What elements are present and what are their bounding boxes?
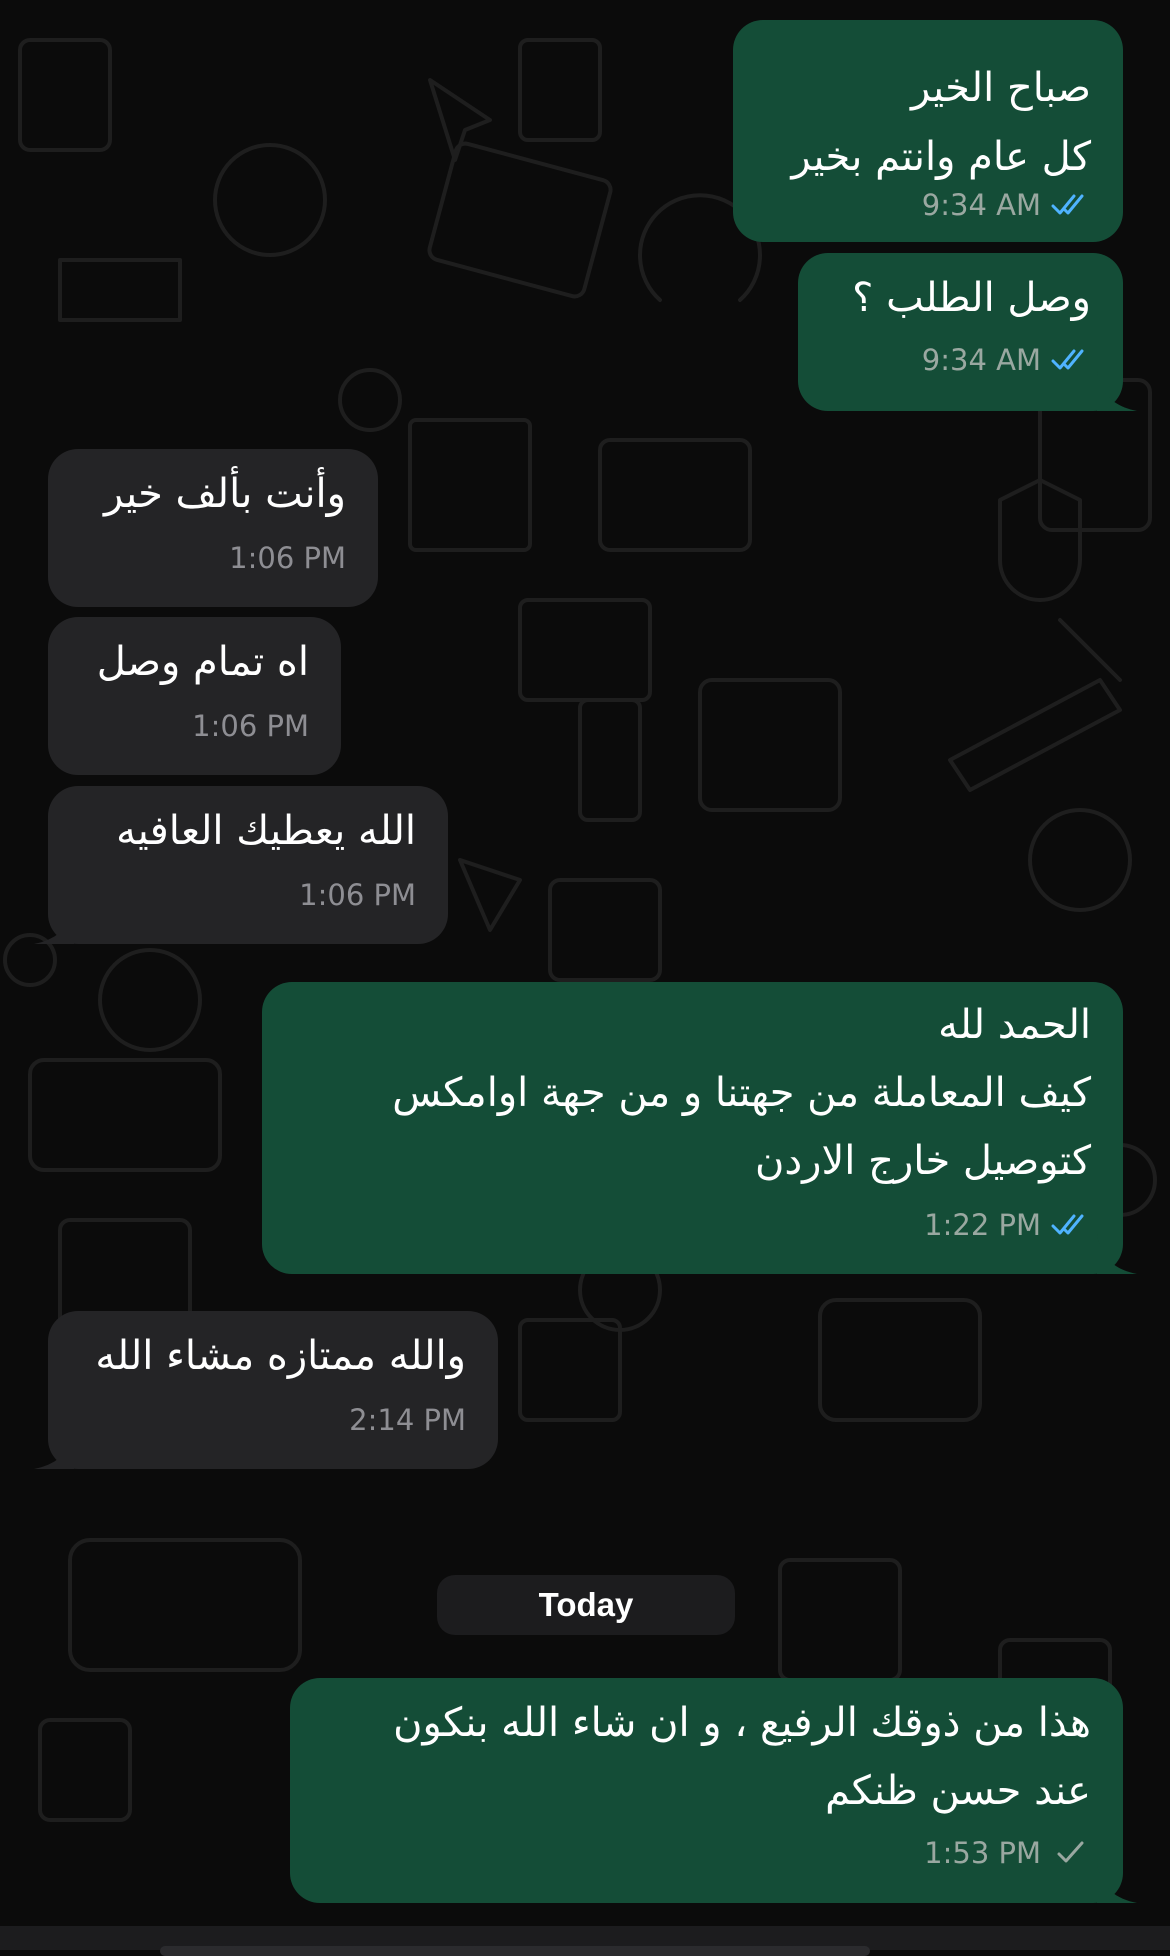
message-time: 9:34 AM: [921, 188, 1041, 222]
message-text-line: وأنت بألف خير: [103, 471, 346, 517]
message-meta: 1:06 PM: [299, 878, 416, 912]
bubble-tail: [1097, 1234, 1137, 1274]
bubble-tail: [1097, 371, 1137, 411]
double-check-icon: [1041, 347, 1091, 373]
message-meta: 9:34 AM: [922, 188, 1091, 222]
double-check-icon: [1041, 1212, 1091, 1238]
message-text-line: وصل الطلب ؟: [852, 275, 1091, 321]
bubble-tail: [1097, 1863, 1137, 1903]
outgoing-message[interactable]: صباح الخير كل عام وانتم بخير 9:34 AM: [733, 20, 1123, 242]
message-time: 1:06 PM: [299, 878, 416, 912]
message-text-line: الحمد لله: [938, 1002, 1091, 1048]
bubble-tail: [34, 904, 74, 944]
date-separator-label: Today: [538, 1586, 634, 1623]
date-separator-today: Today: [437, 1575, 735, 1635]
message-text-line: صباح الخير: [910, 65, 1091, 111]
single-check-icon: [1041, 1840, 1091, 1866]
message-text-line: والله ممتازه مشاء الله: [95, 1333, 466, 1379]
message-meta: 1:06 PM: [229, 541, 346, 575]
message-text-line: كل عام وانتم بخير: [791, 134, 1091, 180]
message-list: صباح الخير كل عام وانتم بخير 9:34 AM وصل ال…: [0, 0, 1170, 1950]
message-time: 9:34 AM: [921, 343, 1041, 377]
message-text-line: كتوصيل خارج الاردن: [754, 1138, 1091, 1184]
message-text-line: اه تمام وصل: [96, 639, 309, 685]
message-time: 1:06 PM: [229, 541, 346, 575]
message-time: 2:14 PM: [349, 1403, 466, 1437]
outgoing-message[interactable]: الحمد لله كيف المعاملة من جهتنا و من جهة …: [262, 982, 1137, 1274]
bubble-tail: [34, 1429, 74, 1469]
incoming-message[interactable]: اه تمام وصل 1:06 PM: [48, 617, 341, 775]
message-time: 1:06 PM: [192, 709, 309, 743]
composer-bar: [0, 1926, 1170, 1956]
message-meta: 2:14 PM: [349, 1403, 466, 1437]
incoming-message[interactable]: الله يعطيك العافيه 1:06 PM: [34, 786, 448, 944]
message-meta: 1:06 PM: [192, 709, 309, 743]
message-meta: 1:22 PM: [924, 1208, 1091, 1242]
message-time: 1:53 PM: [924, 1836, 1041, 1870]
message-text-line: كيف المعاملة من جهتنا و من جهة اوامكس: [392, 1070, 1091, 1116]
message-time: 1:22 PM: [924, 1208, 1041, 1242]
double-check-icon: [1041, 192, 1091, 218]
message-text-line: هذا من ذوقك الرفيع ، و ان شاء الله بنكون: [393, 1700, 1091, 1746]
message-meta: 1:53 PM: [924, 1836, 1091, 1870]
message-text-line: الله يعطيك العافيه: [116, 808, 416, 854]
message-text-line: عند حسن ظنكم: [825, 1768, 1091, 1814]
incoming-message[interactable]: والله ممتازه مشاء الله 2:14 PM: [34, 1311, 498, 1469]
outgoing-message[interactable]: هذا من ذوقك الرفيع ، و ان شاء الله بنكون…: [290, 1678, 1137, 1903]
message-meta: 9:34 AM: [922, 343, 1091, 377]
incoming-message[interactable]: وأنت بألف خير 1:06 PM: [48, 449, 378, 607]
outgoing-message[interactable]: وصل الطلب ؟ 9:34 AM: [798, 253, 1137, 411]
composer-input-edge[interactable]: [160, 1946, 870, 1956]
